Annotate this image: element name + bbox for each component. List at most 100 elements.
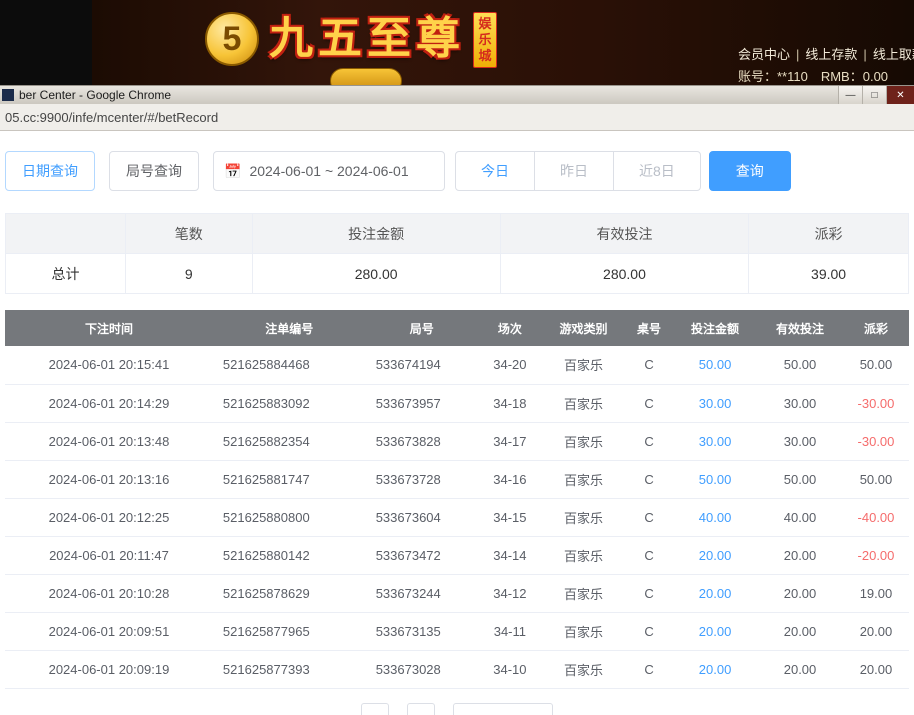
session-cell: 34-14: [477, 536, 542, 575]
bet-amount-cell: 40.00: [673, 498, 758, 537]
bet-time-cell: 2024-06-01 20:13:48: [5, 422, 213, 461]
maximize-button[interactable]: □: [862, 86, 886, 104]
payout-cell: 20.00: [842, 612, 909, 651]
valid-bet-cell: 30.00: [757, 422, 843, 461]
summary-value-cell: 39.00: [748, 253, 909, 294]
table-number-cell: C: [625, 650, 674, 689]
round-number-cell: 533673028: [365, 650, 478, 689]
bet-time-cell: 2024-06-01 20:11:47: [5, 536, 213, 575]
valid-bet-cell: 20.00: [757, 536, 843, 575]
round-number-cell: 533673472: [365, 536, 478, 575]
bet-time-cell: 2024-06-01 20:09:51: [5, 612, 213, 651]
payout-cell: 20.00: [842, 650, 909, 689]
date-query-tab[interactable]: 日期查询: [5, 151, 95, 191]
bet-time-cell: 2024-06-01 20:13:16: [5, 460, 213, 499]
table-row: 2024-06-01 20:13:16 521625881747 533673728…: [5, 460, 909, 499]
window-title: ber Center - Google Chrome: [19, 88, 172, 102]
round-number-cell: 533673604: [365, 498, 478, 537]
round-number-cell: 533674194: [365, 346, 478, 385]
bet-amount-link[interactable]: 30.00: [699, 434, 732, 449]
payout-cell: 19.00: [842, 574, 909, 613]
round-query-tab[interactable]: 局号查询: [109, 151, 199, 191]
bet-amount-link[interactable]: 20.00: [699, 586, 732, 601]
bet-amount-link[interactable]: 20.00: [699, 624, 732, 639]
table-row: 2024-06-01 20:13:48 521625882354 533673828…: [5, 422, 909, 461]
payout-cell: 50.00: [842, 460, 909, 499]
close-button[interactable]: ✕: [886, 86, 914, 104]
table-number-cell: C: [625, 574, 674, 613]
bet-slip-cell: 521625883092: [212, 384, 366, 423]
window-favicon-icon: [2, 89, 14, 101]
payout-cell: -30.00: [842, 422, 909, 461]
summary-value-cell: 总计: [4, 253, 127, 294]
valid-bet-cell: 30.00: [757, 384, 843, 423]
address-bar[interactable]: 05.cc:9900/infe/mcenter/#/betRecord: [0, 104, 914, 131]
summary-header-row: 笔数 投注金额 有效投注 派彩: [4, 213, 909, 254]
game-type-cell: 百家乐: [541, 422, 626, 461]
table-row: 2024-06-01 20:11:47 521625880142 533673472…: [5, 536, 909, 575]
window-buttons: — □ ✕: [838, 86, 914, 104]
date-range-value: 2024-06-01 ~ 2024-06-01: [249, 163, 409, 179]
table-number-cell: C: [625, 346, 674, 385]
search-button[interactable]: 查询: [708, 151, 791, 191]
bet-amount-link[interactable]: 50.00: [699, 472, 732, 487]
table-row: 2024-06-01 20:12:25 521625880800 533673604…: [5, 498, 909, 537]
bet-slip-cell: 521625884468: [212, 346, 366, 385]
payout-cell: -30.00: [842, 384, 909, 423]
pagination-prev-button[interactable]: [361, 702, 389, 715]
bet-time-cell: 2024-06-01 20:15:41: [5, 346, 213, 385]
nav-link[interactable]: 会员中心: [738, 47, 790, 62]
bet-amount-link[interactable]: 20.00: [699, 548, 732, 563]
game-type-cell: 百家乐: [541, 574, 626, 613]
minimize-button[interactable]: —: [838, 86, 862, 104]
date-range-picker[interactable]: 📅 2024-06-01 ~ 2024-06-01: [213, 151, 445, 191]
pagination-page-button[interactable]: [407, 702, 435, 715]
yesterday-button[interactable]: 昨日: [534, 151, 614, 191]
nav-link[interactable]: 线上取款: [873, 47, 914, 62]
table-number-cell: C: [625, 536, 674, 575]
valid-bet-cell: 50.00: [757, 460, 843, 499]
bet-amount-link[interactable]: 20.00: [699, 662, 732, 677]
column-header: 注单编号: [212, 310, 366, 346]
bet-amount-link[interactable]: 40.00: [699, 510, 732, 525]
bet-amount-cell: 50.00: [673, 460, 758, 499]
valid-bet-cell: 20.00: [757, 574, 843, 613]
summary-header-cell: [4, 213, 127, 254]
bet-amount-link[interactable]: 30.00: [699, 396, 732, 411]
table-row: 2024-06-01 20:14:29 521625883092 533673957…: [5, 384, 909, 423]
last8days-button[interactable]: 近8日: [613, 151, 701, 191]
site-logo: 5 九五至尊 娱乐城: [205, 8, 497, 70]
bet-record-table: 下注时间 注单编号 局号 场次 游戏类别 桌号 投注金额 有效投注 派彩 2024-06-01 …: [5, 310, 909, 689]
bet-amount-cell: 20.00: [673, 650, 758, 689]
table-row: 2024-06-01 20:09:19 521625877393 533673028…: [5, 650, 909, 689]
bet-amount-cell: 20.00: [673, 612, 758, 651]
game-type-cell: 百家乐: [541, 650, 626, 689]
payout-cell: -40.00: [842, 498, 909, 537]
session-cell: 34-16: [477, 460, 542, 499]
summary-total-row: 总计 9 280.00 280.00 39.00: [4, 253, 909, 294]
bet-amount-link[interactable]: 50.00: [699, 357, 732, 372]
pagination-size-select[interactable]: [453, 702, 553, 715]
nav-link[interactable]: 线上存款: [805, 47, 857, 62]
table-number-cell: C: [625, 384, 674, 423]
round-number-cell: 533673728: [365, 460, 478, 499]
bet-slip-cell: 521625877393: [212, 650, 366, 689]
table-number-cell: C: [625, 498, 674, 537]
site-header: 5 九五至尊 娱乐城 会员中心 | 线上存款 | 线上取款 账号：**110 RMB：0…: [0, 0, 914, 94]
coin-icon: 5: [205, 12, 259, 66]
bet-time-cell: 2024-06-01 20:09:19: [5, 650, 213, 689]
table-number-cell: C: [625, 460, 674, 499]
brand-title: 九五至尊: [269, 14, 465, 63]
game-type-cell: 百家乐: [541, 612, 626, 651]
summary-header-cell: 派彩: [748, 213, 909, 254]
payout-cell: -20.00: [842, 536, 909, 575]
today-button[interactable]: 今日: [455, 151, 535, 191]
summary-header-cell: 有效投注: [499, 213, 750, 254]
pagination: [5, 702, 909, 715]
bet-amount-cell: 20.00: [673, 574, 758, 613]
session-cell: 34-11: [477, 612, 542, 651]
brand-subtitle: 娱乐城: [473, 12, 497, 68]
screen: 5 九五至尊 娱乐城 会员中心 | 线上存款 | 线上取款 账号：**110 RMB：0…: [0, 0, 914, 715]
round-number-cell: 533673135: [365, 612, 478, 651]
bet-amount-cell: 30.00: [673, 422, 758, 461]
